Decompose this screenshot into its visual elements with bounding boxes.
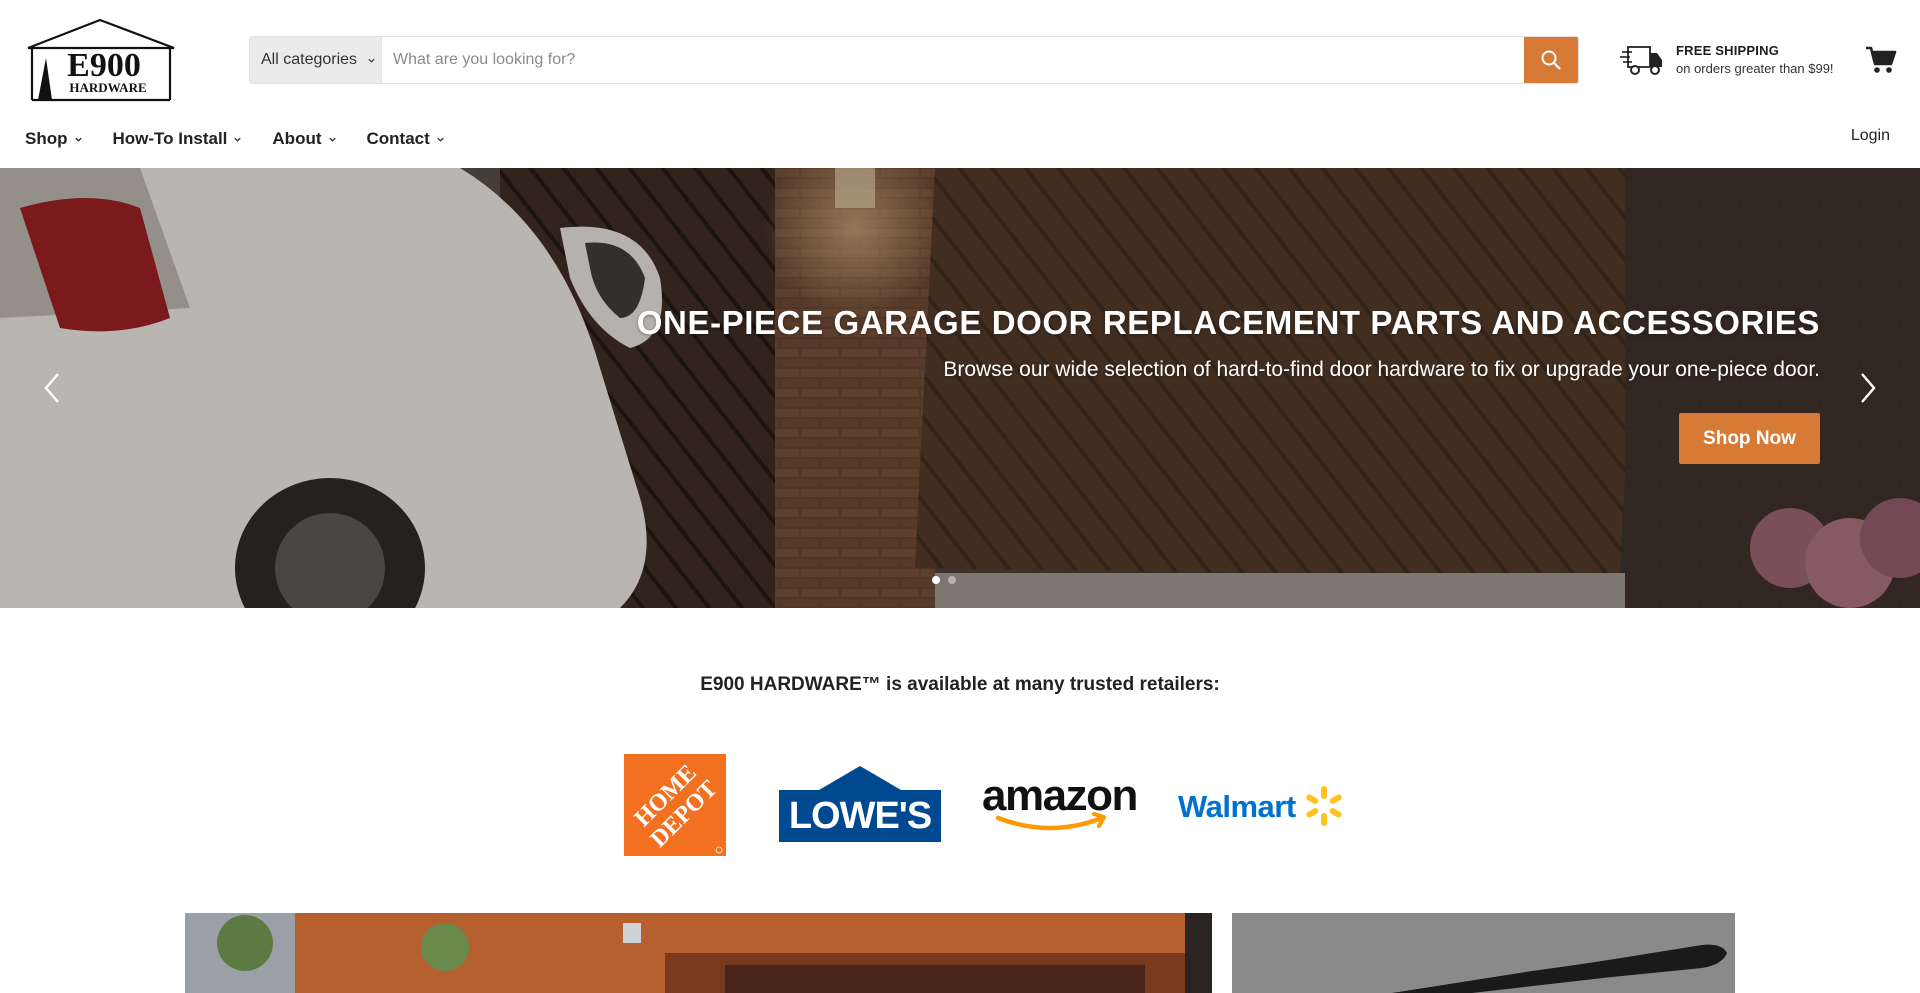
promo-image-right[interactable] — [1232, 913, 1735, 993]
walmart-logo[interactable]: Walmart — [1178, 784, 1344, 828]
shipping-subtitle: on orders greater than $99! — [1676, 61, 1834, 76]
slide-dot-1[interactable] — [932, 576, 940, 584]
site-header: E900 HARDWARE All categories FREE SH — [0, 0, 1920, 168]
logo-subtext: HARDWARE — [69, 80, 146, 95]
logo-text: E900 — [67, 47, 141, 84]
retailers-heading: E900 HARDWARE™ is available at many trus… — [700, 674, 1220, 695]
shipping-title: FREE SHIPPING — [1676, 43, 1780, 58]
chevron-right-icon[interactable] — [1854, 368, 1882, 408]
cart-icon[interactable] — [1865, 44, 1897, 76]
garage-photo — [185, 913, 1212, 993]
chevron-down-icon — [234, 137, 242, 142]
home-depot-logo[interactable]: HOME DEPOT — [624, 754, 726, 856]
hardware-part-photo — [1232, 913, 1735, 993]
chevron-down-icon — [328, 137, 336, 142]
shop-now-button[interactable]: Shop Now — [1679, 413, 1820, 464]
chevron-down-icon — [368, 58, 375, 63]
nav-item-shop[interactable]: Shop — [25, 129, 83, 149]
retailer-logos: HOME DEPOT LOWE'S amazon Walmart — [624, 752, 1344, 856]
lowes-logo[interactable]: LOWE'S — [779, 766, 941, 842]
slide-dot-2[interactable] — [948, 576, 956, 584]
chevron-down-icon — [74, 137, 82, 142]
slide-indicators — [932, 576, 964, 584]
login-link[interactable]: Login — [1851, 127, 1890, 145]
e900-hardware-logo[interactable]: E900 HARDWARE — [24, 18, 177, 102]
free-shipping-banner: FREE SHIPPING on orders greater than $99… — [1620, 40, 1846, 80]
nav-item-how-to-install[interactable]: How-To Install — [113, 129, 243, 149]
walmart-text: Walmart — [1178, 789, 1296, 824]
chevron-down-icon — [437, 137, 444, 142]
hero-background-image — [0, 168, 1920, 608]
search-icon — [1541, 50, 1561, 70]
hero-slideshow: ONE-PIECE GARAGE DOOR REPLACEMENT PARTS … — [0, 168, 1920, 608]
nav-item-label: About — [272, 129, 322, 148]
search-input[interactable] — [382, 37, 1524, 83]
chevron-left-icon[interactable] — [38, 368, 66, 408]
nav-item-label: Shop — [25, 129, 68, 148]
amazon-logo[interactable]: amazon — [980, 772, 1140, 836]
category-select[interactable]: All categories — [250, 37, 382, 83]
nav-item-label: How-To Install — [112, 129, 228, 148]
nav-item-label: Contact — [366, 129, 430, 148]
hero-subtitle: Browse our wide selection of hard-to-fin… — [943, 358, 1820, 381]
lowes-text: LOWE'S — [789, 795, 931, 837]
promo-image-left[interactable] — [185, 913, 1212, 993]
nav-item-contact[interactable]: Contact — [367, 129, 445, 149]
nav-item-about[interactable]: About — [272, 129, 336, 149]
search-button[interactable] — [1524, 37, 1578, 83]
category-select-label: All categories — [261, 51, 358, 68]
delivery-truck-icon — [1620, 46, 1662, 75]
search-bar: All categories — [249, 36, 1579, 84]
main-nav: Shop How-To Install About Contact — [25, 126, 475, 152]
walmart-spark-icon — [1306, 786, 1342, 826]
hero-title: ONE-PIECE GARAGE DOOR REPLACEMENT PARTS … — [636, 304, 1820, 341]
amazon-text: amazon — [982, 772, 1137, 820]
